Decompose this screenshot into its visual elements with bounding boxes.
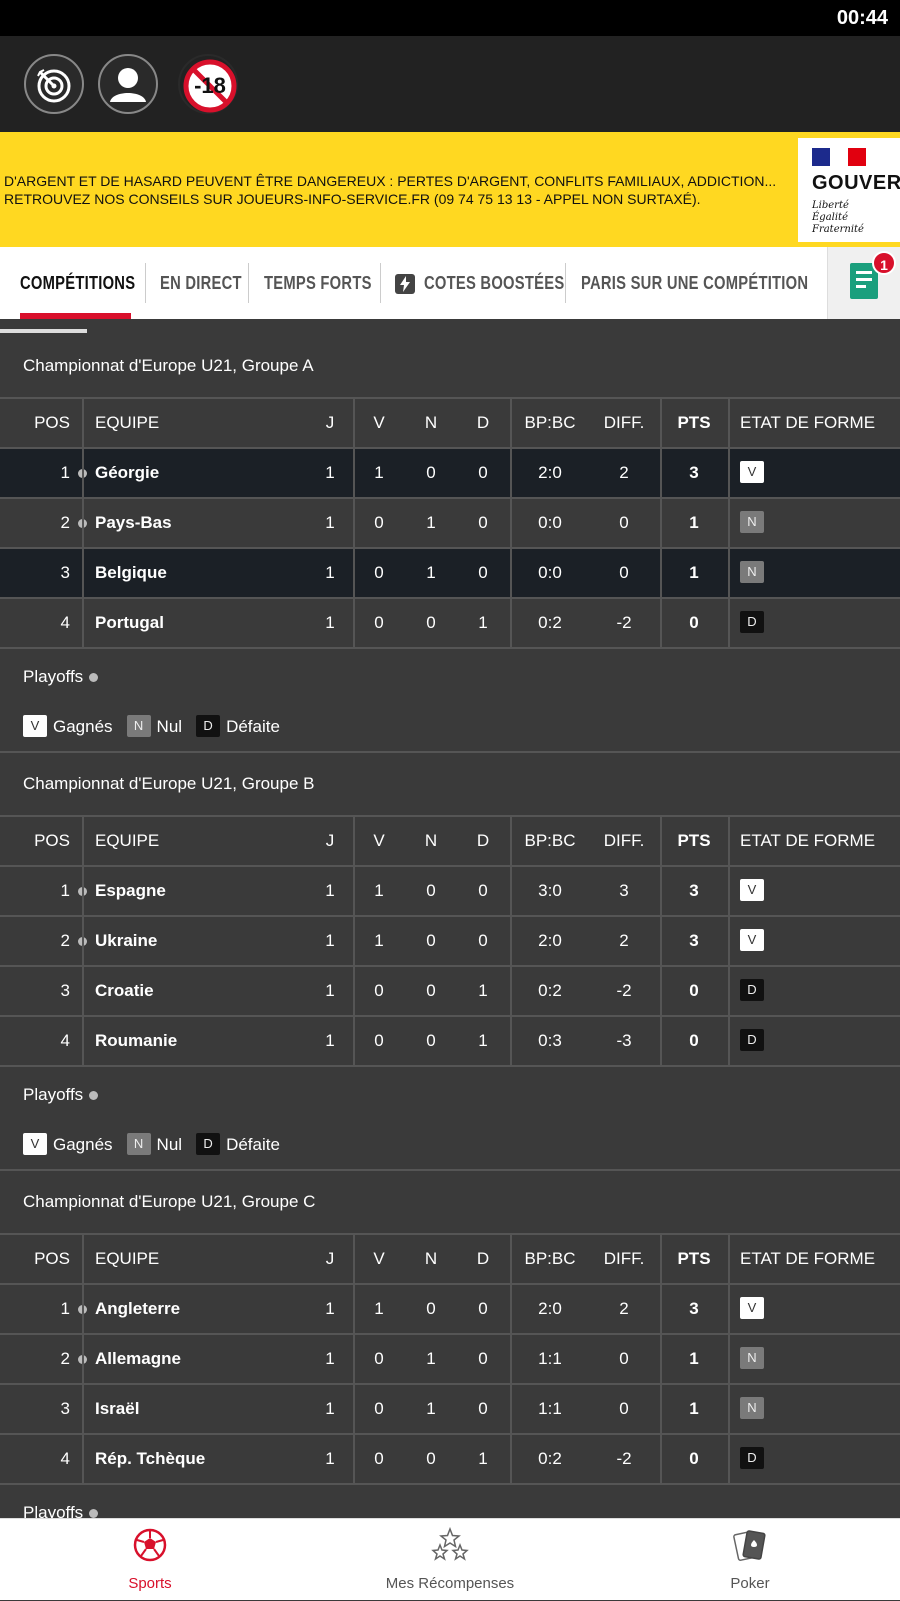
table-row[interactable]: 1 Angleterre 1 1 0 0 2:0 2 3 V	[0, 1283, 900, 1333]
form-badge: V	[740, 1297, 764, 1320]
form-legend: V Gagnés N Nul D Défaite	[0, 703, 900, 753]
stars-icon	[431, 1527, 469, 1561]
user-icon[interactable]	[98, 54, 158, 114]
table-row[interactable]: 4 Rép. Tchèque 1 0 0 1 0:2 -2 0 D	[0, 1433, 900, 1483]
table-row[interactable]: 3 Belgique 1 0 1 0 0:0 0 1 N	[0, 547, 900, 597]
form-badge: D	[740, 1447, 764, 1470]
form-badge: V	[740, 461, 764, 484]
tab-temps-forts[interactable]: TEMPS FORTS	[264, 273, 372, 294]
form-badge: V	[740, 879, 764, 902]
form-badge: N	[740, 561, 764, 584]
nav-poker-label: Poker	[730, 1575, 770, 1592]
tab-bar: COMPÉTITIONS EN DIRECT TEMPS FORTS COTES…	[0, 247, 900, 319]
warning-line-2: RETROUVEZ NOS CONSEILS SUR JOUEURS-INFO-…	[4, 191, 701, 207]
playoff-dot	[89, 1509, 99, 1519]
form-badge: D	[740, 979, 764, 1002]
tab-cotes-boostees[interactable]: COTES BOOSTÉES	[424, 273, 564, 294]
tab-paris-competition[interactable]: PARIS SUR UNE COMPÉTITION	[581, 273, 808, 294]
table-row[interactable]: 3 Croatie 1 0 0 1 0:2 -2 0 D	[0, 965, 900, 1015]
group-b: Championnat d'Europe U21, Groupe B POS E…	[0, 753, 900, 1171]
nav-sports[interactable]: Sports	[0, 1519, 300, 1601]
form-badge: N	[740, 1397, 764, 1420]
nav-sports-label: Sports	[128, 1575, 172, 1592]
playoff-dot	[89, 1091, 99, 1101]
tab-competitions[interactable]: COMPÉTITIONS	[20, 273, 135, 294]
lightning-icon	[395, 274, 415, 294]
table-row[interactable]: 2 Allemagne 1 0 1 0 1:1 0 1 N	[0, 1333, 900, 1383]
scroll-indicator	[0, 319, 900, 335]
gov-name: GOUVERNEMENT	[812, 172, 900, 194]
nav-poker[interactable]: Poker	[600, 1519, 900, 1601]
betslip-button[interactable]: 1	[827, 247, 900, 319]
target-icon[interactable]	[24, 54, 84, 114]
french-flag-icon	[812, 148, 866, 166]
group-c: Championnat d'Europe U21, Groupe C POS E…	[0, 1171, 900, 1539]
standings-content: Championnat d'Europe U21, Groupe A POS E…	[0, 335, 900, 1539]
cards-icon	[733, 1530, 766, 1561]
gov-motto: Liberté Égalité Fraternité	[812, 200, 864, 235]
playoff-dot	[89, 673, 99, 683]
table-row[interactable]: 1 Espagne 1 1 0 0 3:0 3 3 V	[0, 865, 900, 915]
form-badge: D	[740, 1029, 764, 1052]
table-header: POS EQUIPE J V N D BP:BC DIFF. PTS ETAT …	[0, 397, 900, 447]
top-bar: -18	[0, 36, 900, 132]
table-header: POS EQUIPE J V N D BP:BC DIFF. PTS ETAT …	[0, 1233, 900, 1283]
minus-18-icon: -18	[178, 54, 238, 114]
group-title: Championnat d'Europe U21, Groupe B	[0, 753, 900, 815]
table-row[interactable]: 4 Roumanie 1 0 0 1 0:3 -3 0 D	[0, 1015, 900, 1065]
soccer-ball-icon	[133, 1528, 167, 1562]
group-title: Championnat d'Europe U21, Groupe A	[0, 335, 900, 397]
betslip-count-badge: 1	[872, 251, 896, 275]
form-badge: N	[740, 1347, 764, 1370]
tab-en-direct[interactable]: EN DIRECT	[160, 273, 242, 294]
gambling-warning-banner: D'ARGENT ET DE HASARD PEUVENT ÊTRE DANGE…	[0, 132, 900, 247]
table-row[interactable]: 3 Israël 1 0 1 0 1:1 0 1 N	[0, 1383, 900, 1433]
form-legend: V Gagnés N Nul D Défaite	[0, 1121, 900, 1171]
form-badge: V	[740, 929, 764, 952]
bottom-navigation: Sports Mes Récompenses Poker	[0, 1518, 900, 1600]
group-a: Championnat d'Europe U21, Groupe A POS E…	[0, 335, 900, 753]
nav-rewards[interactable]: Mes Récompenses	[300, 1519, 600, 1601]
form-badge: D	[740, 611, 764, 634]
group-title: Championnat d'Europe U21, Groupe C	[0, 1171, 900, 1233]
table-row[interactable]: 2 Ukraine 1 1 0 0 2:0 2 3 V	[0, 915, 900, 965]
playoffs-legend: Playoffs	[0, 647, 900, 703]
table-header: POS EQUIPE J V N D BP:BC DIFF. PTS ETAT …	[0, 815, 900, 865]
playoffs-legend: Playoffs	[0, 1065, 900, 1121]
status-bar: 00:44	[0, 0, 900, 36]
clock: 00:44	[836, 7, 888, 29]
table-row[interactable]: 2 Pays-Bas 1 0 1 0 0:0 0 1 N	[0, 497, 900, 547]
form-badge: N	[740, 511, 764, 534]
table-row[interactable]: 1 Géorgie 1 1 0 0 2:0 2 3 V	[0, 447, 900, 497]
minus-18-label: -18	[194, 73, 226, 98]
table-row[interactable]: 4 Portugal 1 0 0 1 0:2 -2 0 D	[0, 597, 900, 647]
government-logo: GOUVERNEMENT Liberté Égalité Fraternité	[798, 138, 900, 242]
nav-rewards-label: Mes Récompenses	[385, 1575, 515, 1592]
warning-line-1: D'ARGENT ET DE HASARD PEUVENT ÊTRE DANGE…	[4, 173, 777, 189]
